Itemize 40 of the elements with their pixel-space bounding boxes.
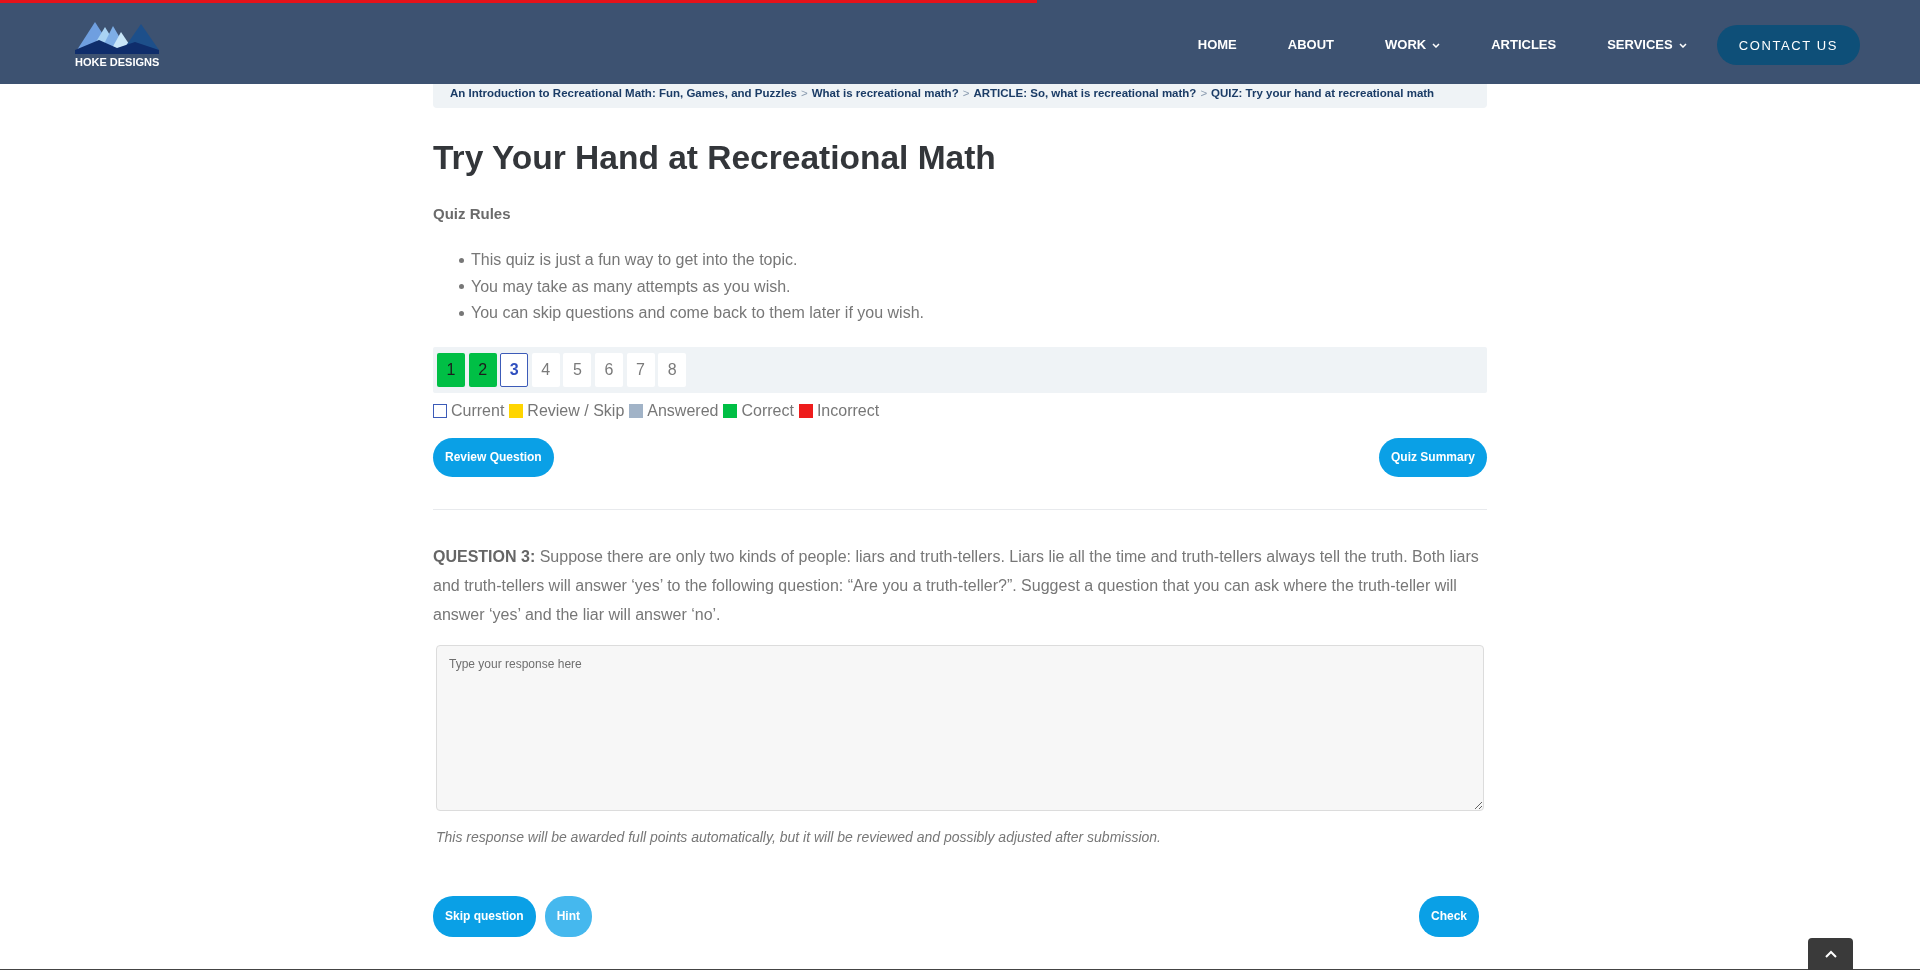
contact-us-button[interactable]: CONTACT US	[1716, 25, 1860, 65]
page-title: Try Your Hand at Recreational Math	[433, 138, 997, 178]
nav-link[interactable]: SERVICES	[1607, 37, 1687, 53]
question-number-button[interactable]: 3	[500, 352, 529, 387]
chevron-up-icon	[1824, 950, 1837, 958]
logo-text: HOKE DESIGNS	[75, 56, 160, 68]
bullet-icon	[459, 284, 464, 290]
bullet-icon	[459, 257, 464, 263]
rule-text: You can skip questions and come back to them later if you wish.	[471, 303, 924, 323]
rule-text: This quiz is just a fun way to get into the topic.	[471, 250, 798, 270]
nav-link[interactable]: HOME	[1197, 37, 1237, 53]
question-number-button[interactable]: 6	[594, 352, 623, 387]
question-number-button[interactable]: 4	[531, 352, 560, 387]
legend-label: Review / Skip	[527, 401, 625, 420]
question-text: QUESTION 3: Suppose there are only two kinds of people: liars and truth-tellers. Liars lie all the time and truth-tellers always tell the truth. Both liars and truth-tellers will answer ‘yes’ to the following question: “Are you a truth-teller?”. Suggest a question that you can ask where the truth-teller will answer ‘yes’ and the liar will answer ‘no’.	[433, 546, 1480, 625]
answer-field[interactable]: Type your response here	[436, 644, 1484, 811]
legend-label: Incorrect	[816, 401, 880, 420]
question-number-button[interactable]: 8	[658, 352, 687, 387]
bullet-icon	[459, 310, 464, 316]
rules-heading: Quiz Rules	[433, 205, 512, 223]
nav-link[interactable]: WORK	[1385, 37, 1441, 53]
breadcrumb-separator: >	[800, 86, 808, 100]
question-number-button[interactable]: 2	[468, 352, 497, 387]
scroll-to-top-button[interactable]	[1808, 938, 1853, 970]
breadcrumb-link[interactable]: An Introduction to Recreational Math: Fun, Games, and Puzzles	[450, 86, 797, 100]
legend-label: Current	[451, 401, 505, 420]
response-note: This response will be awarded full points automatically, but it will be reviewed and possibly adjusted after submission.	[436, 827, 1162, 847]
nav-link[interactable]: ABOUT	[1287, 37, 1334, 53]
breadcrumb-link[interactable]: QUIZ: Try your hand at recreational math	[1211, 86, 1435, 100]
breadcrumb-separator: >	[1200, 86, 1208, 100]
breadcrumb-separator: >	[962, 86, 970, 100]
rule-text: You may take as many attempts as you wish.	[471, 276, 791, 297]
nav-link[interactable]: ARTICLES	[1491, 37, 1557, 53]
question-number-button[interactable]: 5	[563, 352, 592, 387]
question-number-button[interactable]: 7	[626, 352, 655, 387]
breadcrumb-link[interactable]: ARTICLE: So, what is recreational math?	[973, 86, 1197, 100]
legend-label: Correct	[741, 401, 794, 420]
legend-label: Answered	[647, 401, 719, 420]
question-number-button[interactable]: 1	[437, 352, 465, 387]
breadcrumb-link[interactable]: What is recreational math?	[811, 86, 959, 100]
